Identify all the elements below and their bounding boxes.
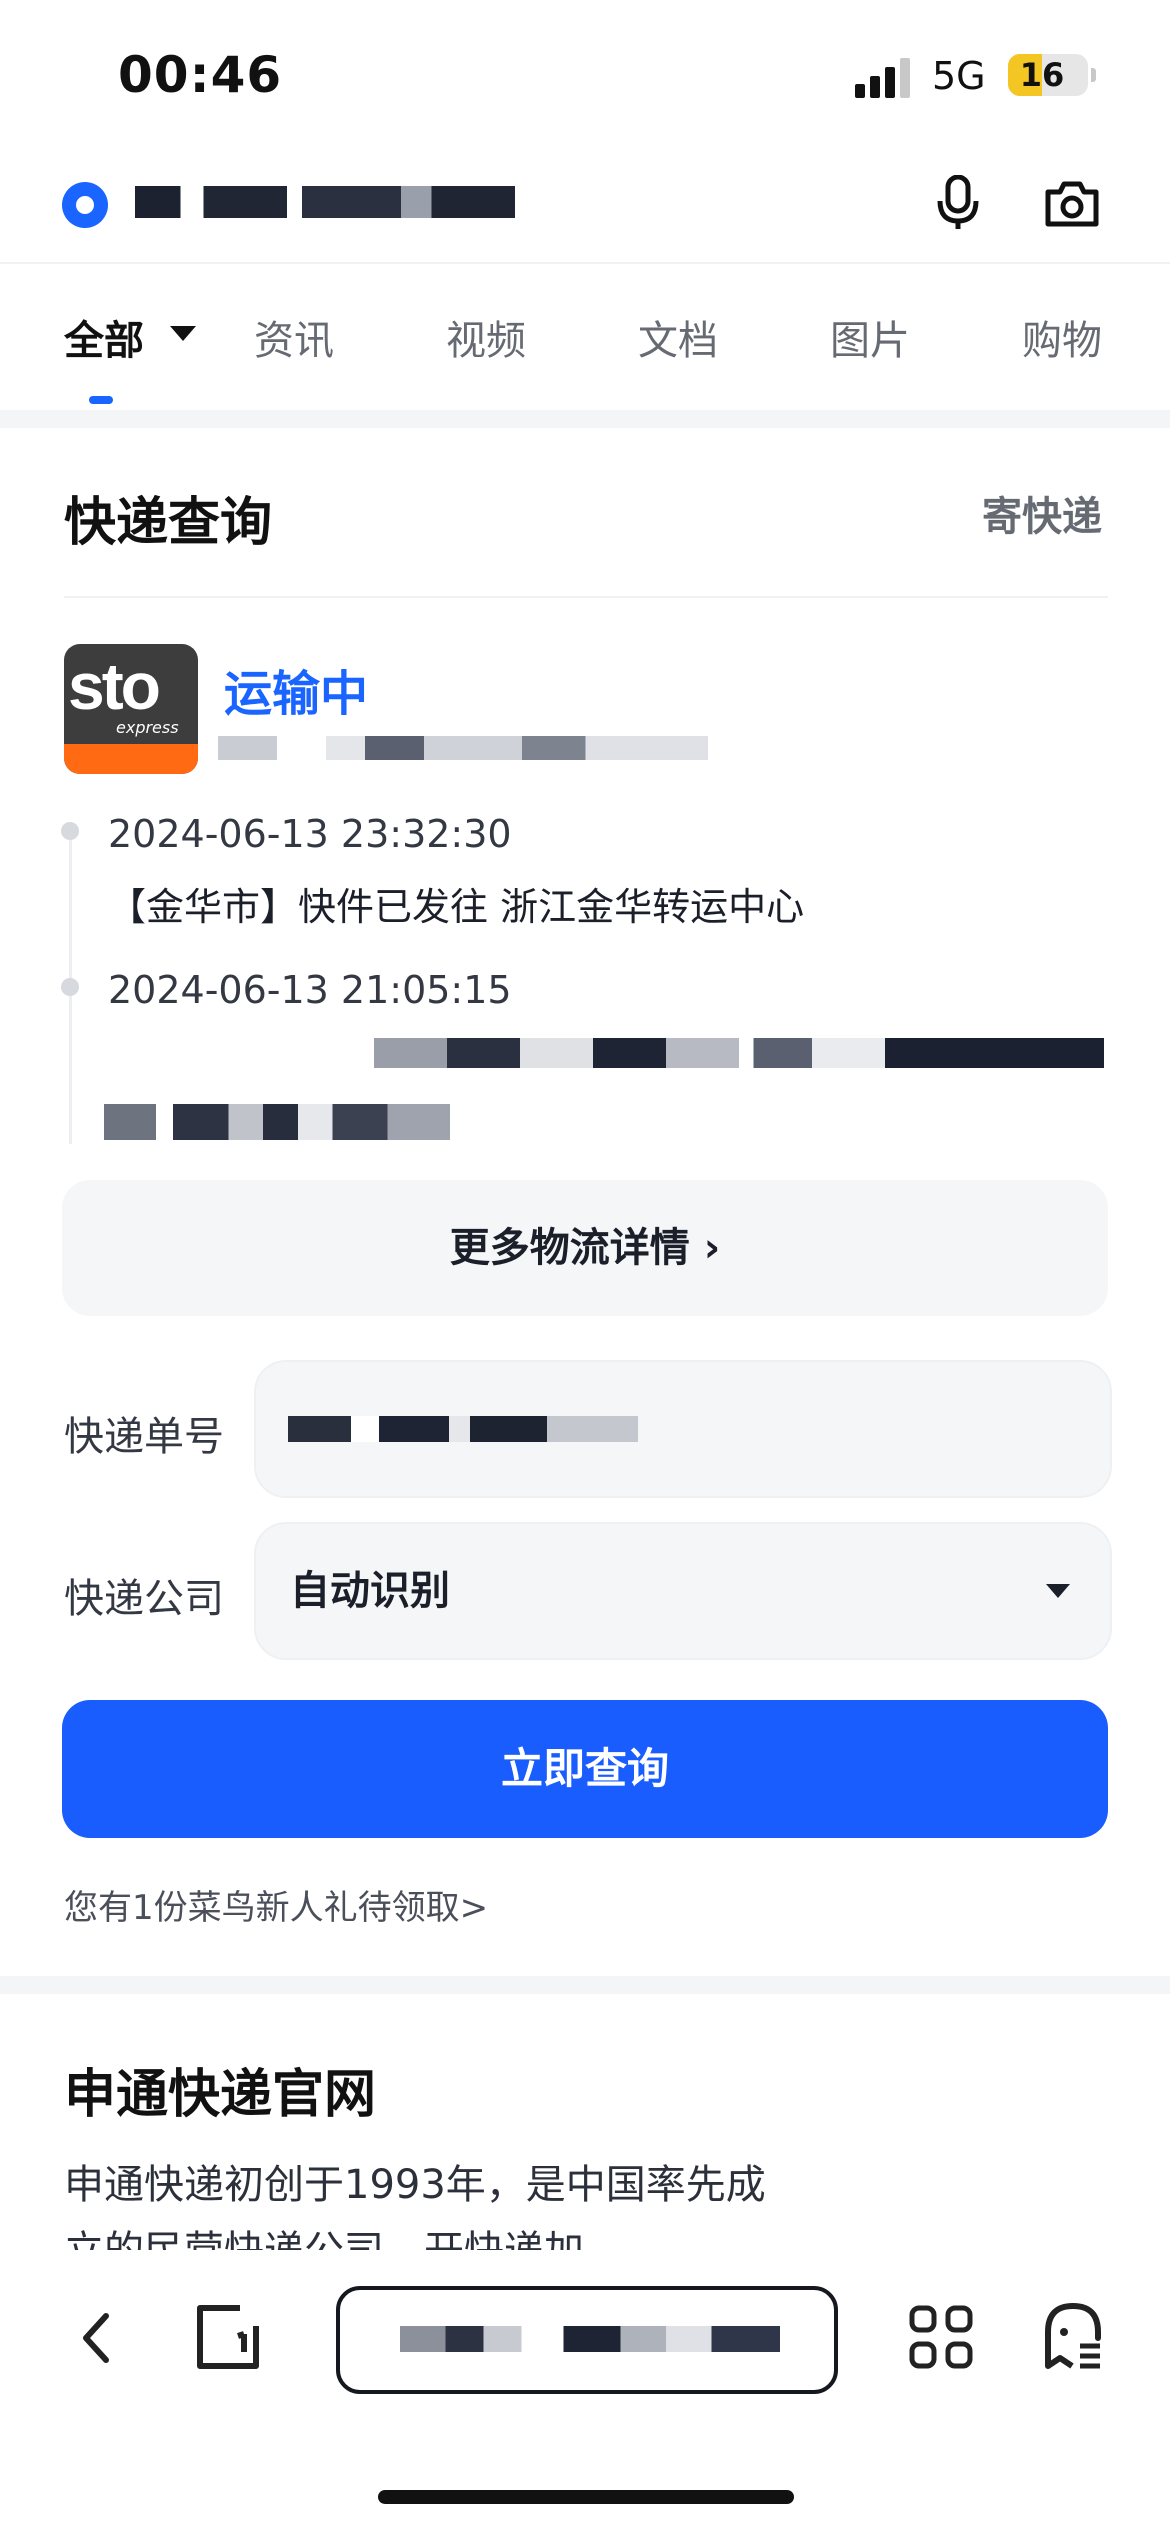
home-indicator[interactable]: [378, 2490, 794, 2504]
timeline-message: 【金华市】快件已发往 浙江金华转运中心: [108, 885, 805, 929]
sto-logo-text: sto: [68, 649, 161, 723]
timeline-date: 2024-06-13 21:05:15: [108, 968, 512, 1012]
tab-all[interactable]: 全部: [64, 308, 144, 366]
tab-docs[interactable]: 文档: [638, 308, 718, 366]
grid-icon[interactable]: [908, 2304, 974, 2370]
camera-icon[interactable]: [1044, 178, 1100, 228]
tab-active-indicator: [89, 396, 113, 404]
card-title: 快递查询: [64, 493, 273, 553]
tab-images[interactable]: 图片: [830, 308, 910, 366]
more-logistics-label: 更多物流详情 ›: [449, 1225, 721, 1271]
tracking-number-label: 快递单号: [64, 1414, 224, 1460]
header-divider: [0, 262, 1170, 264]
status-time: 00:46: [118, 46, 283, 104]
tracking-info-redacted: [218, 736, 708, 760]
timeline-dot: [61, 822, 79, 840]
address-bar[interactable]: [336, 2286, 838, 2394]
tracking-number-input[interactable]: [254, 1360, 1112, 1498]
shipment-status: 运输中: [224, 666, 369, 722]
timeline-message-redacted: [374, 1038, 1104, 1068]
gift-link[interactable]: 您有1份菜鸟新人礼待领取>: [64, 1880, 488, 1929]
mic-icon[interactable]: [934, 175, 982, 231]
tab-video[interactable]: 视频: [446, 308, 526, 366]
chevron-down-icon: [1046, 1584, 1070, 1598]
tab-news[interactable]: 资讯: [254, 308, 334, 366]
company-label: 快递公司: [64, 1576, 224, 1622]
battery-level: 16: [1019, 56, 1065, 94]
timeline-dot: [61, 978, 79, 996]
query-button[interactable]: 立即查询: [62, 1700, 1108, 1838]
battery-indicator: 16: [1008, 54, 1096, 96]
send-express-link[interactable]: 寄快递: [982, 484, 1102, 542]
timeline-message-redacted: [104, 1104, 450, 1140]
baidu-logo-icon[interactable]: [62, 182, 108, 228]
card-divider: [64, 596, 1108, 598]
tab-shopping[interactable]: 购物: [1022, 308, 1102, 366]
tabs-icon[interactable]: [194, 2304, 262, 2370]
more-logistics-button[interactable]: 更多物流详情 ›: [62, 1180, 1108, 1316]
sto-express-logo: sto express: [64, 644, 198, 774]
timeline-date: 2024-06-13 23:32:30: [108, 812, 512, 856]
signal-icon: [855, 58, 910, 98]
address-redacted: [400, 2326, 780, 2352]
company-select-value: 自动识别: [290, 1568, 450, 1614]
tracking-number-redacted: [288, 1416, 638, 1442]
sto-logo-subtext: express: [116, 718, 179, 737]
section-gap: [0, 1976, 1170, 1994]
search-query-redacted[interactable]: [135, 186, 515, 218]
chevron-down-icon[interactable]: [170, 326, 196, 341]
query-button-label: 立即查询: [500, 1744, 669, 1793]
ghost-icon[interactable]: [1042, 2302, 1104, 2370]
result-title[interactable]: 申通快递官网: [64, 2052, 376, 2127]
company-select[interactable]: 自动识别: [254, 1522, 1112, 1660]
back-icon[interactable]: [76, 2308, 116, 2368]
network-label: 5G: [932, 54, 986, 98]
section-gap: [0, 410, 1170, 428]
